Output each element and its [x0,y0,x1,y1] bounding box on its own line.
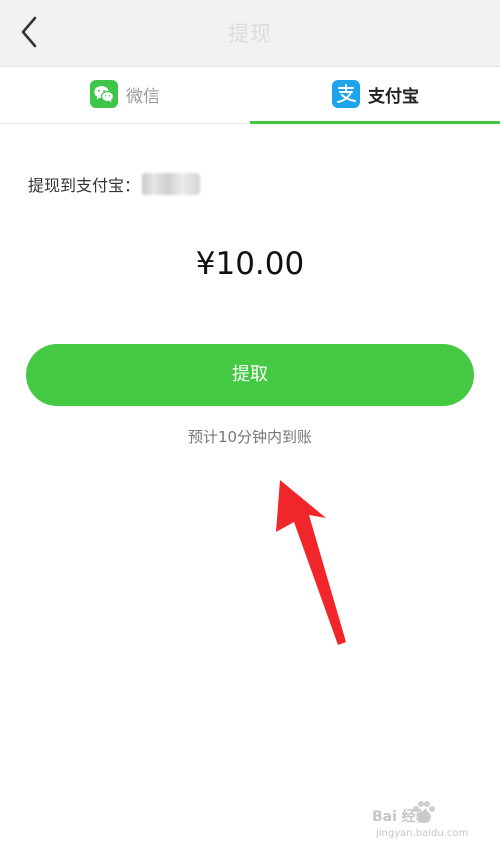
wechat-icon [90,80,118,108]
alipay-icon [332,80,360,108]
withdraw-target-label: 提现到支付宝： [28,176,141,195]
arrival-estimate-note: 预计10分钟内到账 [187,428,313,446]
tab-wechat-label: 微信 [126,86,160,107]
baidu-jingyan-watermark: Bai 经验 jingyan.baidu.com [372,800,490,842]
active-tab-indicator [250,121,500,124]
tab-wechat[interactable]: 微信 [0,67,250,123]
blurred-account-name [142,173,201,195]
watermark-url: jingyan.baidu.com [376,828,469,839]
watermark-main-text: Bai 经验 [372,809,430,825]
payment-method-tabs: 微信 支付宝 [0,67,500,124]
withdraw-amount: ¥10.00 [195,246,305,282]
tab-alipay-label: 支付宝 [368,86,419,107]
page-title: 提现 [228,22,272,46]
withdraw-target-row: 提现到支付宝： [28,172,201,196]
withdraw-button[interactable]: 提取 [26,344,474,406]
annotation-arrow-icon [276,480,346,645]
header-bar: 提现 [0,0,500,67]
tab-alipay[interactable]: 支付宝 [250,67,500,124]
